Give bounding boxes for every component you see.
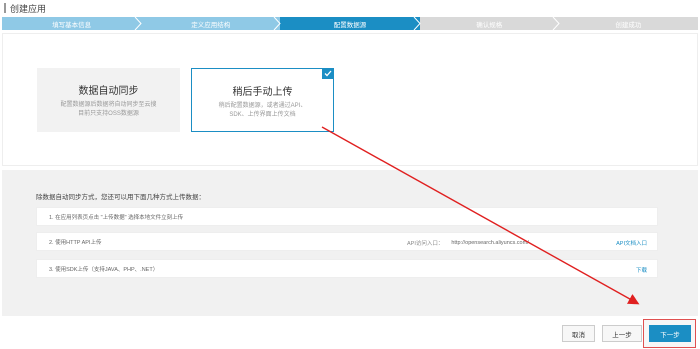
wizard-steps: 填写基本信息 定义应用结构 配置数据源 确认规格 创建成功 [2,17,699,30]
step-data-source: 配置数据源 [280,17,421,30]
row-text: 3. 使用SDK上传（支持JAVA、PHP、.NET） [49,266,159,273]
step-label: 确认规格 [476,21,503,29]
page-header: 创建应用 [0,0,700,16]
sync-mode-panel: 数据自动同步 配置数据源后数据将自动同步至云搜 目前只支持OSS数据源 稍后手动… [2,33,698,166]
step-separator [552,17,560,30]
api-entry-url: http://opensearch.aliyuncs.com/ [451,239,529,246]
api-docs-link[interactable]: API文档入口 [616,233,647,252]
card-desc-line: 稍后配置数据源，或者通过API、 [218,103,307,109]
upload-method-row: 1. 在应用列表页点击 "上传数据" 选择本地文件立刻上传 [36,207,658,226]
card-desc-line: 目前只支持OSS数据源 [78,111,139,117]
step-separator [273,17,282,30]
auto-sync-card[interactable]: 数据自动同步 配置数据源后数据将自动同步至云搜 目前只支持OSS数据源 [37,68,180,132]
checkmark-icon [322,68,334,79]
card-description: 配置数据源后数据将自动同步至云搜 目前只支持OSS数据源 [37,101,180,119]
card-desc-line: 配置数据源后数据将自动同步至云搜 [60,102,157,108]
previous-step-button[interactable]: 上一步 [602,325,642,342]
row-text: 2. 使用HTTP API上传 [49,239,102,246]
step-label: 配置数据源 [333,21,367,29]
api-entry: API访问入口： http://opensearch.aliyuncs.com/ [407,233,529,252]
upload-methods-section: 除数据自动同步方式，您还可以用下面几种方式上传数据： 1. 在应用列表页点击 "… [2,170,698,316]
next-step-button[interactable]: 下一步 [649,325,691,342]
api-entry-label: API访问入口： [407,240,444,247]
title-marker [4,3,6,13]
step-separator [134,17,142,30]
upload-method-row: 3. 使用SDK上传（支持JAVA、PHP、.NET） 下载 [36,259,658,278]
step-label: 定义应用结构 [191,21,231,29]
card-desc-line: SDK、上传界面上传文档 [229,112,296,118]
step-create-success: 创建成功 [558,17,699,30]
step-app-structure: 定义应用结构 [141,17,282,30]
page-title: 创建应用 [10,3,47,14]
step-separator [413,17,421,30]
card-title: 数据自动同步 [78,86,139,97]
row-text: 1. 在应用列表页点击 "上传数据" 选择本地文件立刻上传 [49,214,184,221]
card-description: 稍后配置数据源，或者通过API、 SDK、上传界面上传文档 [192,102,333,120]
sdk-download-link[interactable]: 下载 [636,260,647,279]
upload-intro: 除数据自动同步方式，您还可以用下面几种方式上传数据： [36,194,205,201]
step-label: 填写基本信息 [52,21,92,29]
step-label: 创建成功 [615,21,642,29]
step-basic-info: 填写基本信息 [2,17,142,30]
card-title: 稍后手动上传 [232,87,293,98]
manual-upload-card[interactable]: 稍后手动上传 稍后配置数据源，或者通过API、 SDK、上传界面上传文档 [191,68,334,132]
step-confirm-spec: 确认规格 [419,17,560,30]
upload-method-row: 2. 使用HTTP API上传 API访问入口： http://opensear… [36,232,658,251]
cancel-button[interactable]: 取消 [562,325,595,342]
wizard-footer: 取消 上一步 下一步 [0,316,700,349]
